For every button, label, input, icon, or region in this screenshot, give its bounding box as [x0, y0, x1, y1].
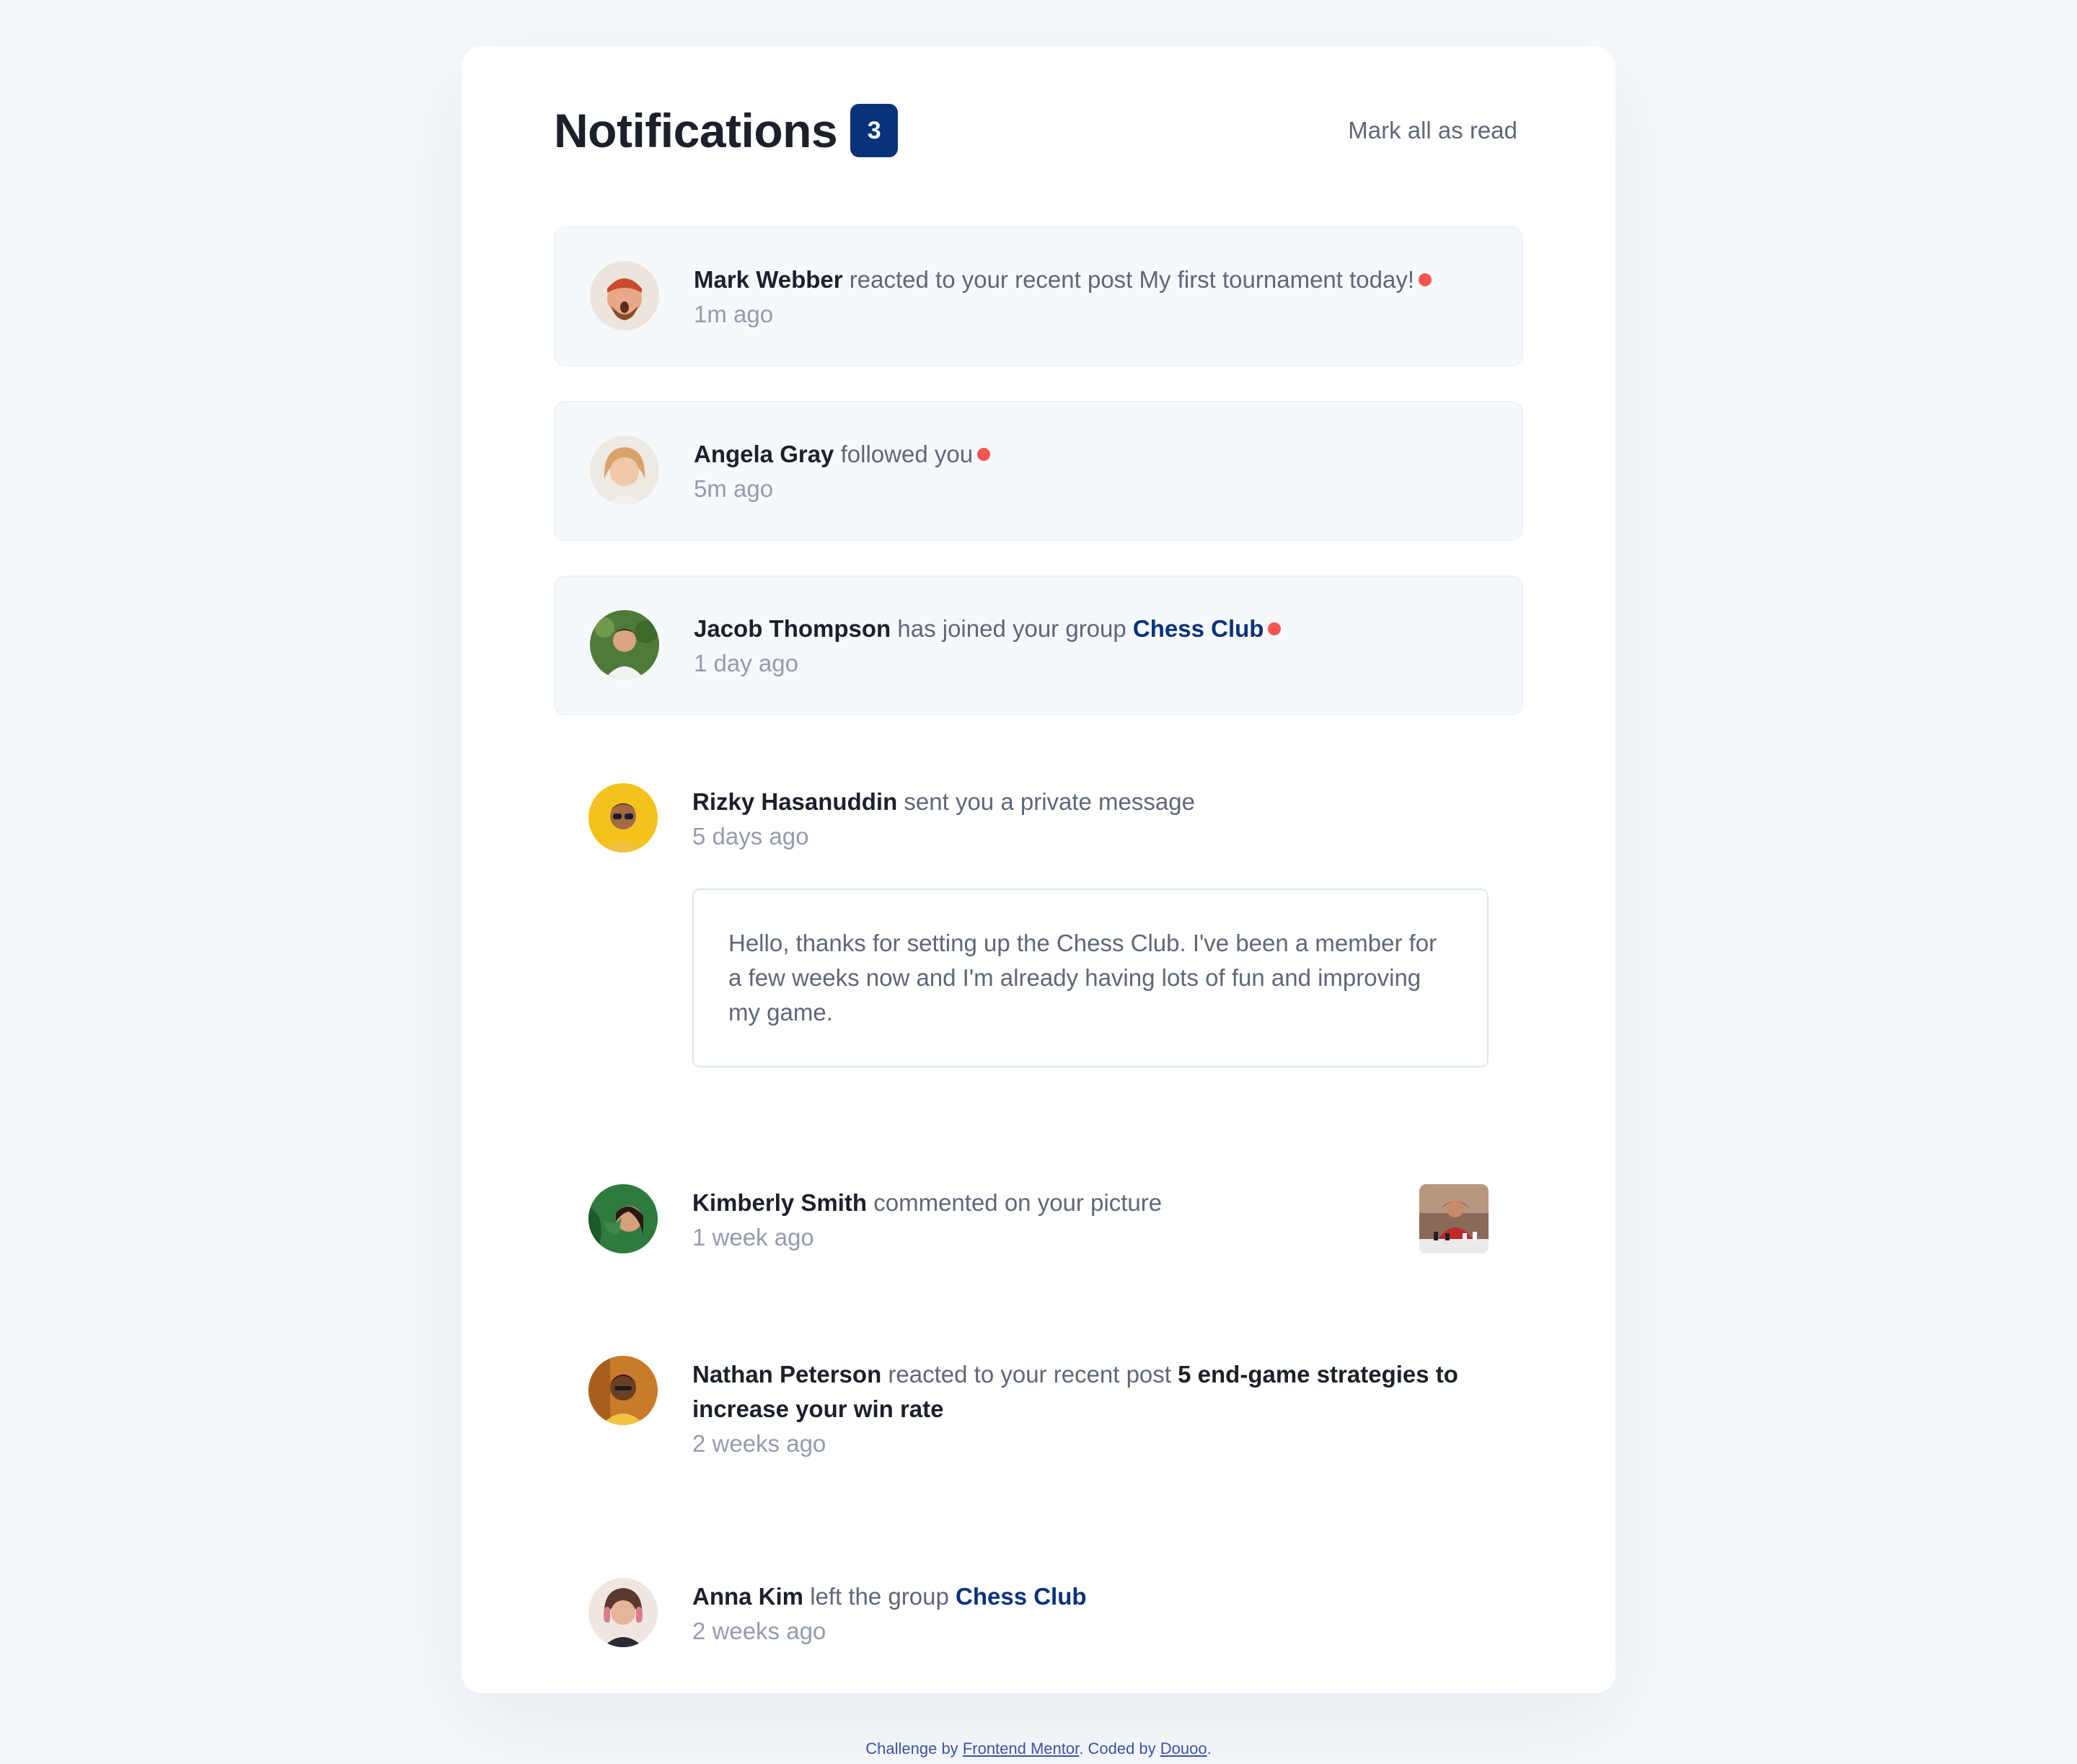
title-wrap: Notifications 3 [554, 103, 899, 158]
notification-text: Kimberly Smith commented on your picture [692, 1186, 1402, 1220]
notification-text: Anna Kim left the group Chess Club [692, 1579, 1489, 1614]
timestamp: 5m ago [694, 475, 774, 502]
notification-body: Mark Webber reacted to your recent post … [694, 261, 1487, 332]
timestamp: 1m ago [694, 301, 774, 327]
frontend-mentor-link[interactable]: Frontend Mentor [963, 1739, 1079, 1758]
notification-body: Angela Gray followed you 5m ago [694, 436, 1487, 506]
timestamp: 1 week ago [692, 1224, 814, 1251]
group-link[interactable]: Chess Club [956, 1583, 1087, 1610]
notification-item[interactable]: Mark Webber reacted to your recent post … [554, 226, 1523, 366]
notifications-card: Notifications 3 Mark all as read Mark We… [462, 46, 1615, 1693]
notification-item[interactable]: Angela Gray followed you 5m ago [554, 401, 1523, 541]
notification-body: Rizky Hasanuddin sent you a private mess… [692, 783, 1489, 1067]
notification-text: Rizky Hasanuddin sent you a private mess… [692, 785, 1489, 819]
user-name[interactable]: Anna Kim [692, 1583, 803, 1610]
action-text: commented on your picture [873, 1189, 1163, 1216]
unread-dot-icon [1419, 273, 1432, 286]
author-link[interactable]: Douoo [1160, 1739, 1207, 1758]
timestamp: 5 days ago [692, 823, 809, 850]
notification-text: Jacob Thompson has joined your group Che… [694, 612, 1487, 646]
notification-item[interactable]: Rizky Hasanuddin sent you a private mess… [554, 750, 1523, 1101]
notification-body: Anna Kim left the group Chess Club 2 wee… [692, 1578, 1489, 1649]
notification-item[interactable]: Kimberly Smith commented on your picture… [554, 1151, 1523, 1288]
mark-all-read-button[interactable]: Mark all as read [1348, 117, 1517, 144]
avatar-anna-kim[interactable] [588, 1578, 658, 1647]
commented-picture-thumbnail[interactable] [1419, 1184, 1489, 1253]
notification-text: Nathan Peterson reacted to your recent p… [692, 1357, 1489, 1426]
action-text: followed you [840, 441, 974, 467]
avatar-mark-webber[interactable] [590, 261, 659, 330]
action-text: reacted to your recent post [849, 266, 1133, 293]
timestamp: 1 day ago [694, 650, 798, 676]
notification-body: Jacob Thompson has joined your group Che… [694, 610, 1487, 681]
unread-count-badge: 3 [850, 104, 899, 157]
attribution-footer: Challenge by Frontend Mentor. Coded by D… [0, 1739, 2077, 1758]
notification-item[interactable]: Jacob Thompson has joined your group Che… [554, 575, 1523, 715]
action-text: sent you a private message [904, 788, 1195, 815]
avatar-jacob-thompson[interactable] [590, 610, 659, 679]
avatar-kimberly-smith[interactable] [588, 1184, 658, 1253]
notification-item[interactable]: Anna Kim left the group Chess Club 2 wee… [554, 1545, 1523, 1682]
notification-text: Mark Webber reacted to your recent post … [694, 263, 1487, 297]
private-message[interactable]: Hello, thanks for setting up the Chess C… [692, 888, 1489, 1067]
timestamp: 2 weeks ago [692, 1430, 826, 1457]
user-name[interactable]: Kimberly Smith [692, 1189, 867, 1216]
avatar-rizky-hasanuddin[interactable] [588, 783, 658, 852]
header: Notifications 3 Mark all as read [554, 46, 1523, 180]
user-name[interactable]: Angela Gray [694, 441, 834, 467]
user-name[interactable]: Nathan Peterson [692, 1361, 881, 1388]
action-text: reacted to your recent post [888, 1361, 1171, 1388]
unread-dot-icon [1268, 622, 1282, 635]
group-link[interactable]: Chess Club [1133, 615, 1264, 642]
page-title: Notifications [554, 104, 838, 157]
avatar-angela-gray[interactable] [590, 436, 659, 505]
notification-list: Mark Webber reacted to your recent post … [554, 226, 1523, 1682]
post-link[interactable]: My first tournament today! [1139, 266, 1414, 293]
notification-text: Angela Gray followed you [694, 437, 1487, 472]
timestamp: 2 weeks ago [692, 1618, 826, 1644]
action-text: left the group [810, 1583, 949, 1610]
user-name[interactable]: Jacob Thompson [694, 615, 891, 642]
footer-prefix: Challenge by [865, 1739, 958, 1758]
action-text: has joined your group [897, 615, 1126, 642]
footer-middle: . Coded by [1079, 1739, 1156, 1758]
unread-dot-icon [977, 448, 991, 461]
footer-suffix: . [1207, 1739, 1212, 1758]
notification-body: Kimberly Smith commented on your picture… [692, 1184, 1402, 1255]
notification-body: Nathan Peterson reacted to your recent p… [692, 1356, 1489, 1461]
notification-item[interactable]: Nathan Peterson reacted to your recent p… [554, 1323, 1523, 1494]
user-name[interactable]: Mark Webber [694, 266, 843, 293]
avatar-nathan-peterson[interactable] [588, 1356, 658, 1425]
user-name[interactable]: Rizky Hasanuddin [692, 788, 897, 815]
